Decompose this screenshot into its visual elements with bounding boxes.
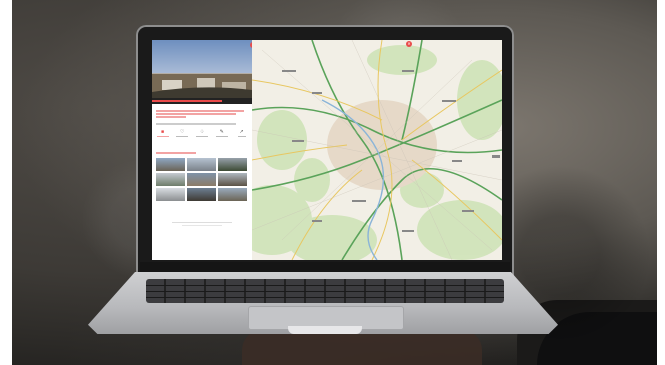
webcam-meta <box>156 123 248 125</box>
webcam-thumbnail[interactable] <box>156 173 185 186</box>
favorite-icon: ♡ <box>180 129 185 135</box>
video-progress[interactable] <box>152 100 222 102</box>
like-button[interactable]: ♢ <box>194 130 211 137</box>
nearby-webcams-grid <box>156 158 248 201</box>
keyboard-row <box>146 291 504 292</box>
video-controls[interactable] <box>152 98 252 104</box>
webcam-thumbnail[interactable] <box>218 173 247 186</box>
webcam-thumbnail[interactable] <box>156 188 185 201</box>
webcam-icon: ■ <box>160 129 165 135</box>
laptop-screen: ✕ ■ ♡ ♢ ✎ ↗ <box>152 40 502 260</box>
hand-palm <box>242 330 482 365</box>
like-icon: ♢ <box>199 129 205 135</box>
webcam-thumbnail[interactable] <box>187 158 216 171</box>
webcam-sidebar: ✕ ■ ♡ ♢ ✎ ↗ <box>152 40 256 260</box>
edit-icon: ✎ <box>219 129 224 135</box>
webcam-thumbnail[interactable] <box>187 188 216 201</box>
person-sleeve <box>537 312 657 365</box>
city-skyline <box>152 74 252 100</box>
map-canvas <box>232 40 502 260</box>
action-bar: ■ ♡ ♢ ✎ ↗ <box>154 130 250 137</box>
webcam-thumbnail[interactable] <box>218 188 247 201</box>
map[interactable]: ✕ <box>232 40 502 260</box>
webcam-button[interactable]: ■ <box>154 130 171 137</box>
share-icon: ↗ <box>239 129 244 135</box>
share-button[interactable]: ↗ <box>233 130 250 137</box>
keyboard-row <box>146 285 504 286</box>
edit-button[interactable]: ✎ <box>213 130 230 137</box>
favorite-button[interactable]: ♡ <box>174 130 191 137</box>
nearby-heading <box>156 152 196 154</box>
webcam-title <box>156 109 248 119</box>
lid-notch <box>288 326 362 334</box>
sidebar-footer <box>156 222 248 226</box>
webcam-thumbnail[interactable] <box>187 173 216 186</box>
keyboard-row <box>146 297 504 298</box>
webcam-thumbnail[interactable] <box>218 158 247 171</box>
webcam-thumbnail[interactable] <box>156 158 185 171</box>
webcam-video[interactable] <box>152 40 252 100</box>
map-close-icon[interactable]: ✕ <box>406 41 412 47</box>
